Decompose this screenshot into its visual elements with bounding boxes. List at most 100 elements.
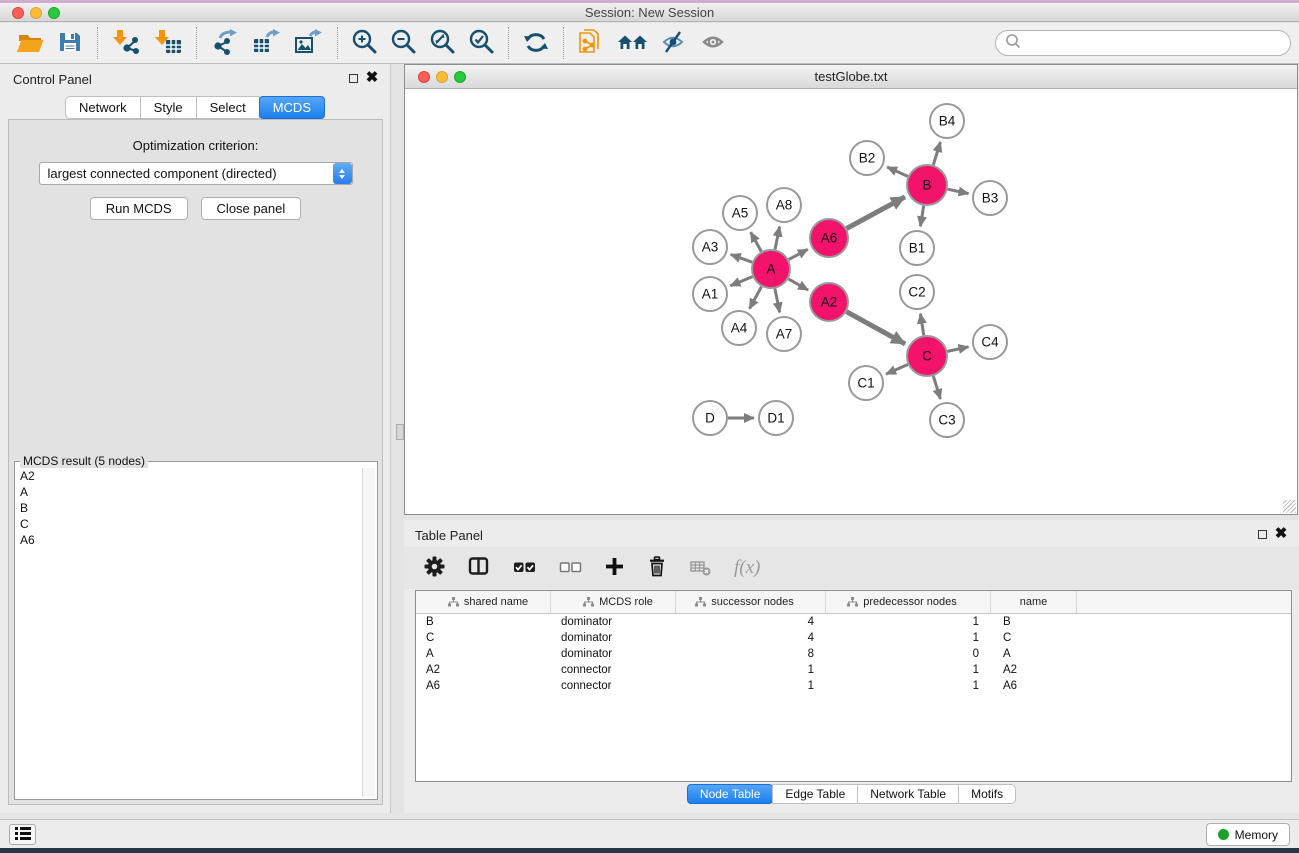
column-header-predecessor-nodes[interactable]: predecessor nodes (826, 591, 991, 613)
float-panel-button[interactable] (346, 71, 360, 85)
tab-network-table[interactable]: Network Table (857, 784, 959, 804)
graph-node-A7[interactable]: A7 (767, 317, 801, 351)
cell-name[interactable]: C (991, 630, 1077, 646)
export-image-button[interactable] (288, 27, 330, 60)
graph-edge-A-A8[interactable] (775, 227, 780, 250)
delete-column-button[interactable] (647, 556, 667, 580)
cell-successor-nodes[interactable]: 4 (676, 614, 826, 630)
table-row[interactable]: A2 connector 1 1 A2 (416, 662, 1291, 678)
graph-edge-A-A3[interactable] (731, 255, 753, 263)
open-file-button[interactable] (10, 27, 50, 60)
network-window-title-bar[interactable]: testGlobe.txt (405, 65, 1297, 89)
graph-node-B3[interactable]: B3 (973, 181, 1007, 215)
zoom-selected-button[interactable] (462, 27, 501, 60)
save-session-button[interactable] (50, 27, 90, 60)
graph-node-A[interactable]: A (752, 250, 790, 288)
import-network-button[interactable] (105, 27, 147, 60)
cell-mcds-role[interactable]: dominator (551, 630, 676, 646)
hide-graphics-details-button[interactable] (655, 27, 695, 60)
table-row[interactable]: A dominator 8 0 A (416, 646, 1291, 662)
zoom-out-button[interactable] (384, 27, 423, 60)
graph-edge-B-B3[interactable] (948, 189, 969, 193)
cell-mcds-role[interactable]: connector (551, 662, 676, 678)
cell-predecessor-nodes[interactable]: 1 (826, 662, 991, 678)
cell-shared-name[interactable]: B (416, 614, 551, 630)
cell-name[interactable]: A (991, 646, 1077, 662)
table-settings-button[interactable] (424, 556, 445, 580)
graph-edge-A-A6[interactable] (789, 249, 808, 259)
cell-name[interactable]: B (991, 614, 1077, 630)
show-panels-button[interactable] (9, 824, 36, 845)
graph-edge-A-A5[interactable] (751, 232, 762, 251)
cell-successor-nodes[interactable]: 8 (676, 646, 826, 662)
zoom-fit-button[interactable] (423, 27, 462, 60)
export-table-button[interactable] (246, 27, 288, 60)
graph-edge-B-B2[interactable] (887, 167, 908, 176)
graph-node-C[interactable]: C (907, 336, 947, 376)
graph-node-B4[interactable]: B4 (930, 104, 964, 138)
cell-shared-name[interactable]: A6 (416, 678, 551, 694)
graph-node-D[interactable]: D (693, 401, 727, 435)
deselect-all-button[interactable] (559, 557, 582, 580)
graph-node-B2[interactable]: B2 (850, 141, 884, 175)
cell-shared-name[interactable]: A2 (416, 662, 551, 678)
cell-successor-nodes[interactable]: 4 (676, 630, 826, 646)
graph-node-D1[interactable]: D1 (759, 401, 793, 435)
graph-node-A4[interactable]: A4 (722, 311, 756, 345)
tab-select[interactable]: Select (196, 96, 260, 119)
import-table-button[interactable] (147, 27, 189, 60)
refresh-button[interactable] (516, 27, 556, 60)
cell-successor-nodes[interactable]: 1 (676, 662, 826, 678)
show-columns-button[interactable] (468, 556, 490, 580)
select-all-button[interactable] (513, 557, 536, 580)
column-header-mcds-role[interactable]: MCDS role (551, 591, 676, 613)
graph-edge-A-A7[interactable] (775, 289, 780, 313)
table-row[interactable]: B dominator 4 1 B (416, 614, 1291, 630)
cell-mcds-role[interactable]: dominator (551, 646, 676, 662)
cell-shared-name[interactable]: A (416, 646, 551, 662)
cell-name[interactable]: A6 (991, 678, 1077, 694)
split-pane-divider[interactable] (396, 424, 404, 440)
table-float-button[interactable] (1255, 527, 1269, 541)
home-networks-button[interactable] (611, 27, 655, 60)
show-graphics-details-button[interactable] (695, 27, 735, 60)
function-builder-button[interactable]: f(x) (734, 557, 760, 579)
create-column-button[interactable] (605, 557, 624, 579)
graph-node-B[interactable]: B (907, 165, 947, 205)
mcds-result-list[interactable]: A2 A B C A6 (16, 468, 376, 798)
tab-edge-table[interactable]: Edge Table (772, 784, 858, 804)
search-input[interactable] (1022, 33, 1290, 53)
cell-shared-name[interactable]: C (416, 630, 551, 646)
cell-predecessor-nodes[interactable]: 1 (826, 614, 991, 630)
search-box[interactable] (995, 30, 1291, 56)
column-header-successor-nodes[interactable]: successor nodes (676, 591, 826, 613)
graph-edge-C-C2[interactable] (920, 314, 923, 336)
delete-table-button[interactable] (690, 557, 711, 580)
tab-network[interactable]: Network (65, 96, 141, 119)
table-close-button[interactable]: ✖ (1274, 527, 1288, 541)
criterion-dropdown[interactable]: largest connected component (directed) (39, 162, 353, 185)
new-network-from-file-button[interactable] (571, 26, 611, 61)
graph-node-C4[interactable]: C4 (973, 325, 1007, 359)
table-row[interactable]: A6 connector 1 1 A6 (416, 678, 1291, 694)
graph-node-A5[interactable]: A5 (723, 196, 757, 230)
graph-edge-A6-B[interactable] (847, 197, 905, 229)
cell-predecessor-nodes[interactable]: 0 (826, 646, 991, 662)
graph-edge-C-C4[interactable] (948, 347, 969, 352)
graph-edge-C-C1[interactable] (886, 365, 908, 375)
graph-edge-B-B1[interactable] (920, 206, 923, 227)
graph-node-C2[interactable]: C2 (900, 275, 934, 309)
cell-mcds-role[interactable]: connector (551, 678, 676, 694)
cell-mcds-role[interactable]: dominator (551, 614, 676, 630)
result-item[interactable]: A (16, 484, 376, 500)
graph-edge-B-B4[interactable] (933, 142, 940, 165)
graph-edge-C-C3[interactable] (933, 376, 940, 399)
memory-button[interactable]: Memory (1206, 823, 1290, 846)
graph-node-A6[interactable]: A6 (810, 219, 848, 257)
result-item[interactable]: A6 (16, 532, 376, 548)
cell-successor-nodes[interactable]: 1 (676, 678, 826, 694)
graph-edge-A-A4[interactable] (750, 287, 762, 309)
column-header-name[interactable]: name (991, 591, 1077, 613)
tab-style[interactable]: Style (140, 96, 197, 119)
graph-edge-A-A1[interactable] (730, 277, 752, 286)
